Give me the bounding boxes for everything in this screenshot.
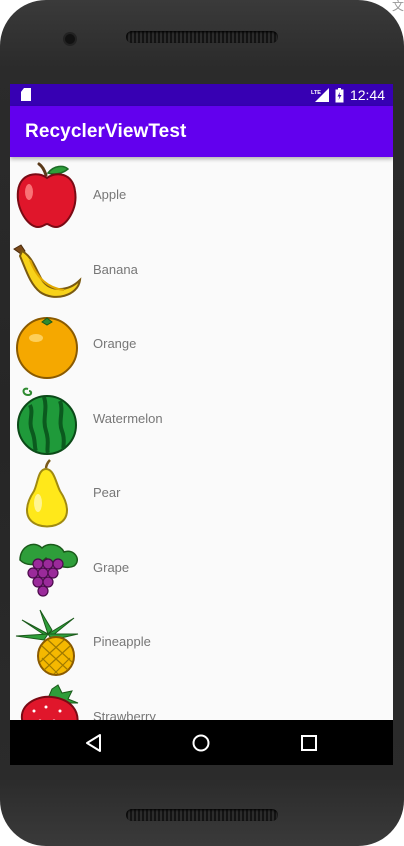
- fruit-name: Pineapple: [93, 634, 151, 649]
- back-icon[interactable]: [81, 730, 107, 756]
- orange-icon: [16, 317, 78, 379]
- list-item-pineapple[interactable]: Pineapple: [10, 604, 393, 679]
- lte-signal-icon: LTE: [311, 88, 329, 102]
- pineapple-icon: [15, 609, 79, 676]
- list-item-watermelon[interactable]: Watermelon: [10, 381, 393, 456]
- list-item-grape[interactable]: Grape: [10, 530, 393, 605]
- app-bar: RecyclerViewTest: [10, 106, 393, 157]
- list-item-orange[interactable]: Orange: [10, 306, 393, 381]
- phone-frame: LTE 12:44 RecyclerViewTest Apple Banana …: [0, 0, 404, 846]
- fruit-name: Watermelon: [93, 410, 163, 426]
- home-icon[interactable]: [188, 730, 214, 756]
- list-item-apple[interactable]: Apple: [10, 157, 393, 232]
- battery-icon: [335, 87, 344, 103]
- corner-glyph: 文: [392, 0, 404, 13]
- pear-icon: [26, 459, 68, 528]
- banana-icon: [13, 243, 82, 298]
- fruit-name: Banana: [93, 261, 138, 277]
- top-speaker-grille: [126, 31, 278, 43]
- fruit-name: Grape: [93, 559, 130, 575]
- navigation-bar: [10, 720, 393, 765]
- bottom-speaker-grille: [126, 809, 278, 821]
- watermelon-icon: [17, 387, 77, 455]
- recents-icon[interactable]: [296, 730, 322, 756]
- sd-card-icon: [21, 88, 31, 101]
- screen: LTE 12:44 RecyclerViewTest Apple Banana …: [10, 84, 393, 765]
- fruit-name: Orange: [93, 336, 137, 351]
- svg-text:LTE: LTE: [311, 90, 321, 96]
- apple-icon: [16, 162, 77, 229]
- list-item-banana[interactable]: Banana: [10, 232, 393, 307]
- fruit-list[interactable]: Apple Banana Orange Watermelon Pear Grap…: [10, 157, 393, 753]
- list-item-pear[interactable]: Pear: [10, 455, 393, 530]
- fruit-name: Apple: [93, 187, 127, 202]
- grape-icon: [19, 543, 78, 597]
- status-clock: 12:44: [349, 87, 385, 103]
- status-bar: LTE 12:44: [10, 84, 393, 106]
- app-title: RecyclerViewTest: [25, 121, 187, 142]
- front-camera: [65, 34, 75, 44]
- fruit-name: Pear: [93, 485, 121, 500]
